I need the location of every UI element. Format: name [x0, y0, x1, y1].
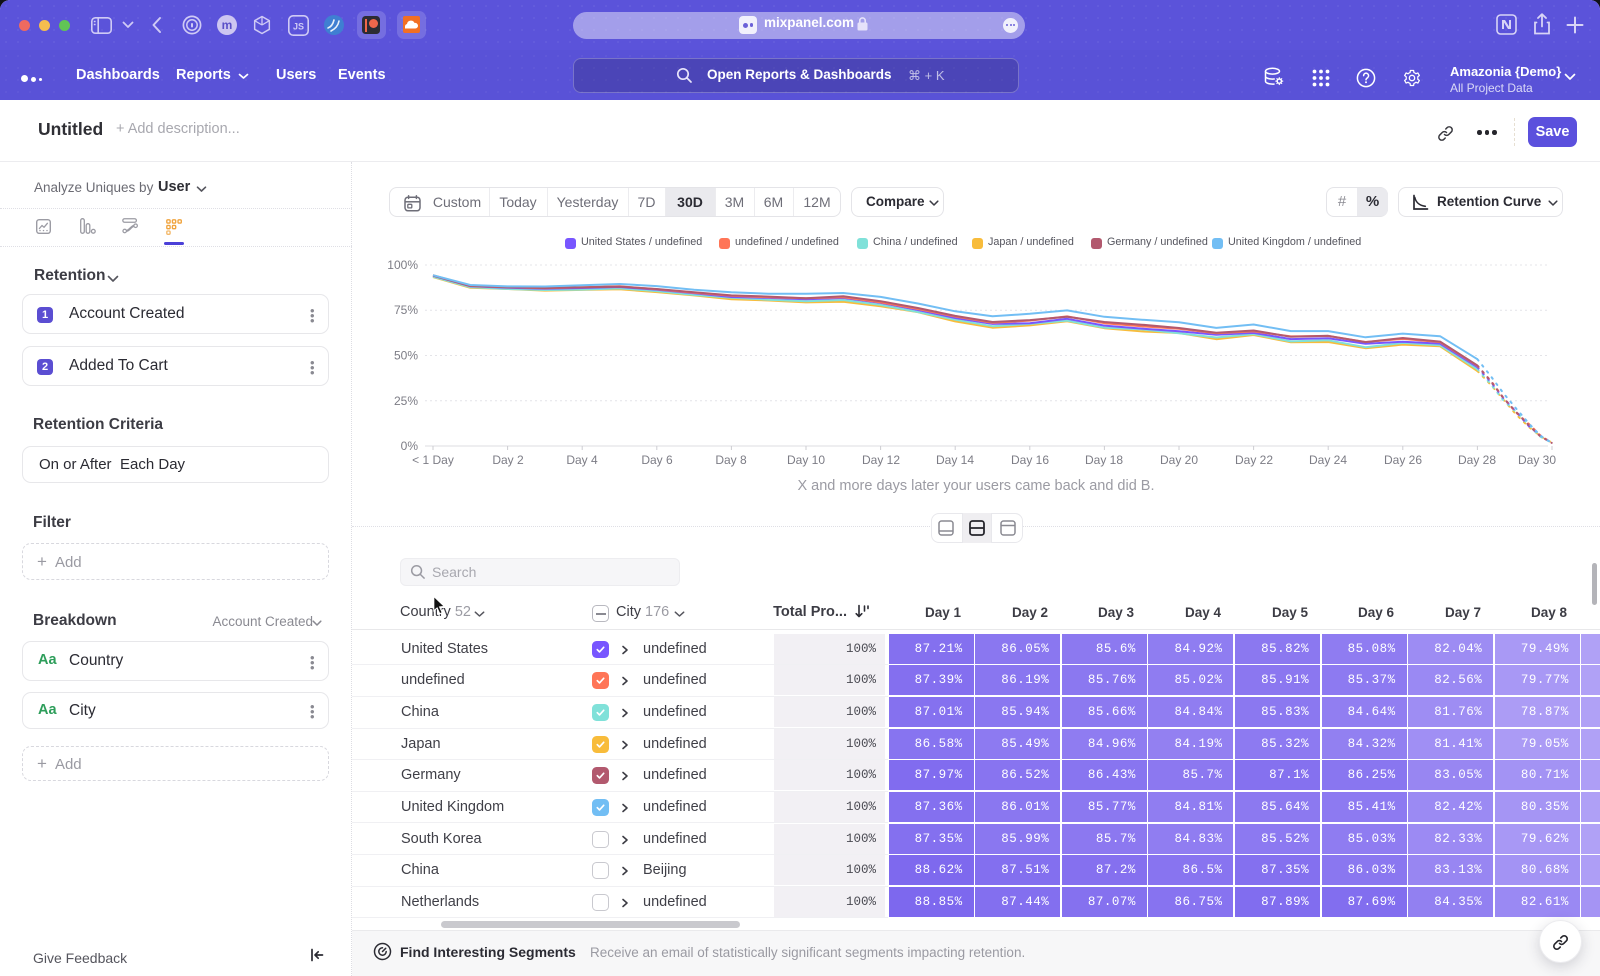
svg-text:100%: 100%	[387, 258, 418, 272]
svg-text:50%: 50%	[394, 349, 418, 363]
svg-text:Day 2: Day 2	[492, 453, 524, 467]
svg-text:Day 6: Day 6	[641, 453, 673, 467]
svg-text:Day 22: Day 22	[1235, 453, 1273, 467]
svg-text:Day 4: Day 4	[566, 453, 598, 467]
svg-text:Day 10: Day 10	[787, 453, 825, 467]
svg-text:Day 14: Day 14	[936, 453, 974, 467]
svg-text:Day 16: Day 16	[1011, 453, 1049, 467]
svg-text:Day 18: Day 18	[1085, 453, 1123, 467]
svg-text:Day 20: Day 20	[1160, 453, 1198, 467]
svg-text:25%: 25%	[394, 394, 418, 408]
svg-text:Day 30: Day 30	[1518, 453, 1556, 467]
svg-text:< 1 Day: < 1 Day	[412, 453, 454, 467]
svg-text:Day 12: Day 12	[862, 453, 900, 467]
svg-text:JS: JS	[293, 22, 304, 32]
svg-text:Day 24: Day 24	[1309, 453, 1347, 467]
svg-text:Day 26: Day 26	[1384, 453, 1422, 467]
svg-text:Day 8: Day 8	[715, 453, 747, 467]
svg-text:75%: 75%	[394, 303, 418, 317]
svg-text:Day 28: Day 28	[1458, 453, 1496, 467]
svg-text:0%: 0%	[401, 439, 419, 453]
